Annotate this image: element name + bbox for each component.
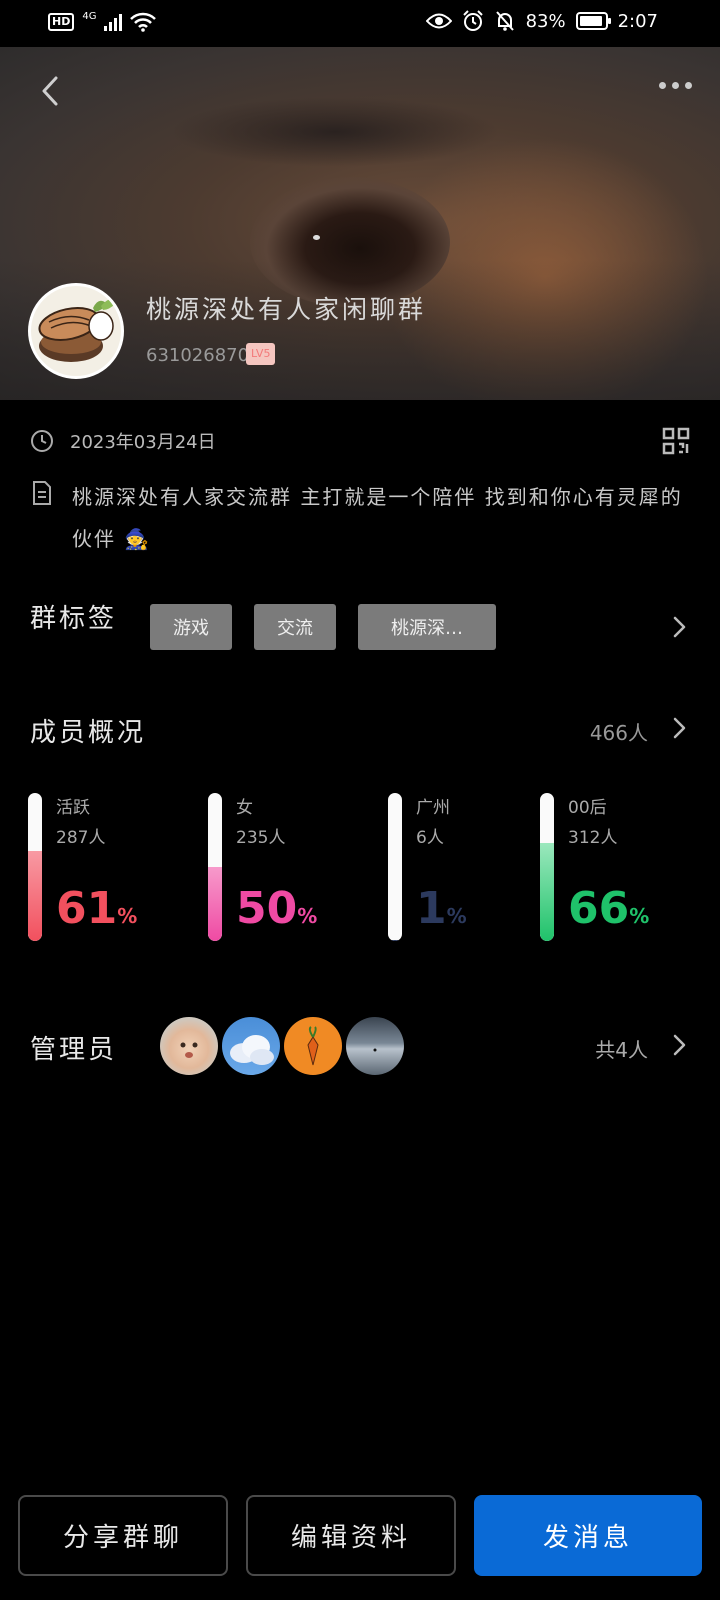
post00-bar	[540, 793, 554, 941]
status-bar: HD 4G 83% 2:07	[0, 0, 720, 47]
tags-title: 群标签	[30, 604, 118, 634]
active-bar-fill	[28, 850, 42, 941]
battery-percent: 83%	[525, 10, 566, 32]
guangzhou-bar	[388, 793, 402, 941]
active-percent-value: 61	[56, 883, 118, 934]
qr-code-button[interactable]	[662, 427, 690, 455]
send-message-button[interactable]: 发消息	[474, 1495, 702, 1576]
tag-taoyuan[interactable]: 桃源深…	[358, 604, 496, 650]
active-percent-unit: %	[117, 904, 138, 928]
admin-avatar-sea[interactable]	[346, 1017, 404, 1075]
tags-chevron-right-icon[interactable]	[668, 614, 690, 640]
admin-count: 共4人	[595, 1038, 648, 1062]
group-description: 桃源深处有人家交流群 主打就是一个陪伴 找到和你心有灵犀的伙伴 🧙	[30, 476, 690, 560]
members-title: 成员概况	[30, 718, 147, 748]
chevron-left-icon	[42, 76, 58, 106]
female-percent: 50%	[236, 883, 317, 934]
active-percent: 61%	[56, 883, 137, 934]
share-group-button[interactable]: 分享群聊	[18, 1495, 228, 1576]
group-id: 631026870	[146, 345, 250, 366]
post00-percent-unit: %	[629, 904, 650, 928]
guangzhou-label: 广州	[416, 798, 450, 818]
post00-percent-value: 66	[568, 883, 630, 934]
network-type: 4G	[82, 10, 97, 22]
member-count: 466人	[589, 721, 648, 745]
admin-avatar-cloud[interactable]	[222, 1017, 280, 1075]
female-bar	[208, 793, 222, 941]
group-avatar[interactable]	[28, 283, 124, 379]
active-label: 活跃	[56, 798, 90, 818]
post00-percent: 66%	[568, 883, 649, 934]
created-date-row: 2023年03月24日	[30, 428, 216, 454]
female-bar-fill	[208, 867, 222, 941]
active-bar	[28, 793, 42, 941]
admin-avatars[interactable]	[160, 1017, 404, 1075]
clock-icon	[31, 430, 53, 452]
created-date: 2023年03月24日	[70, 432, 216, 453]
more-options-button[interactable]	[659, 82, 692, 89]
guangzhou-bar-fill	[388, 939, 402, 941]
active-count: 287人	[56, 828, 106, 848]
description-text: 桃源深处有人家交流群 主打就是一个陪伴 找到和你心有灵犀的伙伴 🧙	[72, 485, 683, 551]
female-label: 女	[236, 798, 253, 818]
post00-bar-fill	[540, 843, 554, 941]
guangzhou-count: 6人	[416, 828, 444, 848]
alarm-icon	[462, 10, 483, 31]
female-percent-value: 50	[236, 883, 298, 934]
back-button[interactable]	[34, 74, 68, 108]
tag-game[interactable]: 游戏	[150, 604, 232, 650]
tag-chat[interactable]: 交流	[254, 604, 336, 650]
guangzhou-percent-unit: %	[446, 904, 467, 928]
post00-count: 312人	[568, 828, 618, 848]
eye-icon	[425, 13, 452, 29]
admin-avatar-carrot[interactable]	[284, 1017, 342, 1075]
level-badge: LV5	[246, 343, 276, 365]
wifi-icon	[130, 12, 157, 32]
mute-bell-icon	[495, 11, 514, 31]
guangzhou-percent: 1%	[416, 883, 467, 934]
guangzhou-percent-value: 1	[416, 883, 447, 934]
female-percent-unit: %	[297, 904, 318, 928]
admins-chevron-right-icon[interactable]	[668, 1032, 690, 1058]
female-count: 235人	[236, 828, 286, 848]
group-avatar-image	[38, 299, 115, 362]
qr-code-icon	[662, 427, 690, 455]
signal-icon	[104, 13, 123, 31]
admin-avatar-baby[interactable]	[160, 1017, 218, 1075]
edit-profile-button[interactable]: 编辑资料	[246, 1495, 456, 1576]
post00-label: 00后	[568, 798, 607, 818]
members-chevron-right-icon[interactable]	[668, 715, 690, 741]
hd-indicator: HD	[48, 13, 75, 31]
clock: 2:07	[617, 10, 658, 32]
document-icon	[33, 481, 51, 505]
group-name: 桃源深处有人家闲聊群	[146, 295, 427, 324]
battery-icon	[575, 12, 611, 30]
admins-title: 管理员	[30, 1035, 118, 1065]
